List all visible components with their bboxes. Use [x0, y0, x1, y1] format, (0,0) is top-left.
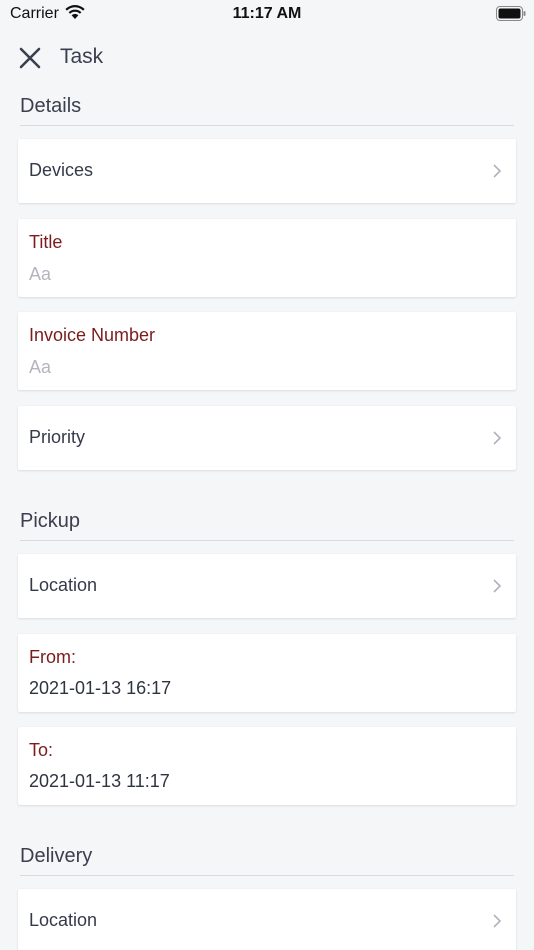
devices-row[interactable]: Devices: [18, 139, 516, 203]
status-bar: Carrier 11:17 AM: [0, 0, 534, 28]
delivery-location-row[interactable]: Location: [18, 889, 516, 950]
invoice-number-field: Invoice Number: [18, 312, 516, 390]
pickup-from-label: From:: [29, 647, 76, 667]
devices-label: Devices: [29, 160, 94, 180]
close-icon: [19, 47, 41, 69]
invoice-number-label: Invoice Number: [29, 325, 156, 345]
section-title-pickup: Pickup: [20, 510, 81, 532]
pickup-to-value: 2021-01-13 11:17: [29, 771, 170, 791]
pickup-to-label: To:: [29, 740, 54, 760]
chevron-right-icon: [493, 431, 502, 445]
clock-time: 11:17 AM: [232, 5, 302, 22]
title-input[interactable]: [29, 261, 499, 287]
section-title-delivery: Delivery: [20, 845, 93, 867]
section-divider: [20, 125, 514, 126]
title-field: Title: [18, 219, 516, 297]
pickup-from-value: 2021-01-13 16:17: [29, 678, 172, 698]
title-field-label: Title: [29, 232, 63, 252]
chevron-right-icon: [493, 579, 502, 593]
section-divider: [20, 875, 514, 876]
pickup-to-field[interactable]: To: 2021-01-13 11:17: [18, 727, 516, 805]
section-divider: [20, 540, 514, 541]
pickup-location-row[interactable]: Location: [18, 554, 516, 618]
priority-label: Priority: [29, 427, 86, 447]
chevron-right-icon: [493, 914, 502, 928]
nav-bar: Task: [0, 40, 534, 76]
pickup-from-field[interactable]: From: 2021-01-13 16:17: [18, 634, 516, 712]
priority-row[interactable]: Priority: [18, 406, 516, 470]
invoice-number-input[interactable]: [29, 354, 499, 380]
pickup-location-label: Location: [29, 575, 98, 595]
delivery-location-label: Location: [29, 910, 98, 930]
section-title-details: Details: [20, 95, 82, 117]
battery-icon: [496, 6, 526, 26]
page-title: Task: [60, 45, 104, 68]
close-button[interactable]: [18, 46, 42, 70]
chevron-right-icon: [493, 164, 502, 178]
